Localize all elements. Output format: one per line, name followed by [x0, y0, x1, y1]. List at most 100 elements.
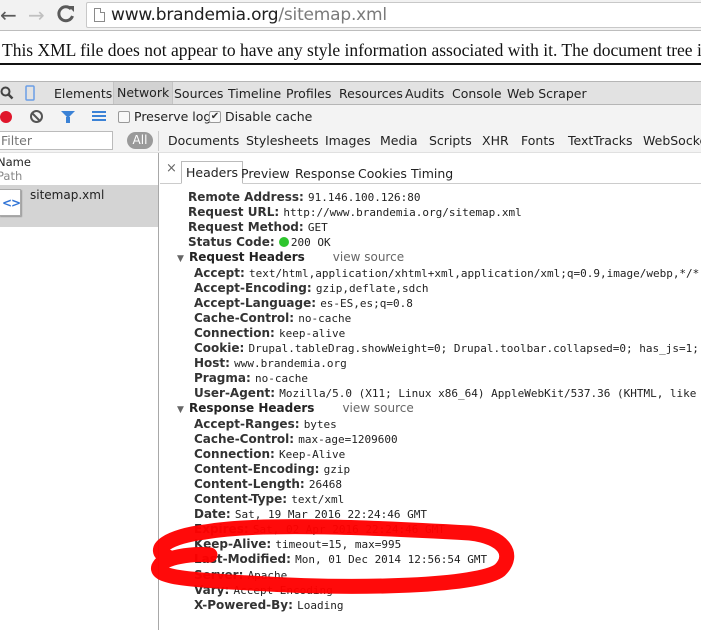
filter-bar: All Documents Stylesheets Images Media S… — [0, 129, 701, 153]
filter-stylesheets[interactable]: Stylesheets — [246, 133, 319, 148]
filter-scripts[interactable]: Scripts — [429, 133, 472, 148]
header-key: Pragma: — [194, 371, 255, 386]
header-value: no-cache — [254, 372, 308, 386]
back-arrow-icon[interactable]: ← — [0, 3, 17, 27]
column-header-name[interactable]: Name — [0, 155, 31, 169]
tab-resources[interactable]: Resources — [339, 86, 403, 101]
search-icon[interactable] — [0, 85, 14, 104]
header-value: gzip,deflate,sdch — [315, 281, 429, 295]
close-icon[interactable]: × — [166, 161, 177, 176]
devtools-panel: Elements Network Sources Timeline Profil… — [0, 81, 701, 630]
header-key: Host: — [194, 356, 235, 371]
page-icon — [94, 8, 105, 22]
header-line: Date: Sat, 19 Mar 2016 22:24:46 GMT — [194, 507, 427, 522]
tab-web-scraper[interactable]: Web Scraper — [507, 86, 587, 101]
header-line: Content-Length: 26468 — [194, 477, 342, 492]
filter-websockets[interactable]: WebSockets — [643, 133, 701, 148]
header-key: Last-Modified: — [194, 552, 296, 567]
preserve-log-checkbox[interactable] — [118, 111, 130, 123]
header-key: X-Powered-By: — [194, 597, 298, 612]
disable-cache-checkbox[interactable]: ✔ — [209, 111, 221, 123]
filter-fonts[interactable]: Fonts — [521, 133, 555, 148]
filter-texttracks[interactable]: TextTracks — [568, 133, 633, 148]
section-header[interactable]: ▼ Request Headers view source — [177, 250, 404, 264]
browser-toolbar: ← → www.brandemia.org/sitemap.xml — [0, 0, 701, 31]
header-value: Accept-Encoding — [233, 583, 333, 597]
address-bar[interactable]: www.brandemia.org/sitemap.xml — [86, 2, 701, 28]
header-line: Server: Apache — [194, 568, 287, 583]
request-row[interactable]: <> sitemap.xml — [0, 185, 158, 227]
filter-input[interactable] — [0, 131, 113, 150]
disclosure-triangle-icon[interactable]: ▼ — [177, 254, 189, 264]
record-icon[interactable] — [0, 111, 12, 123]
header-value: Loading — [297, 598, 344, 612]
list-view-icon[interactable] — [92, 111, 106, 122]
header-key: Request Method: — [188, 220, 308, 235]
tab-profiles[interactable]: Profiles — [286, 86, 331, 101]
forward-arrow-icon[interactable]: → — [28, 3, 45, 27]
header-value: GET — [307, 221, 328, 235]
filter-xhr[interactable]: XHR — [482, 133, 509, 148]
header-value: Sat, 02 Apr 2016 22:24:46 GMT — [252, 523, 445, 537]
header-value: timeout=15, max=995 — [275, 538, 402, 552]
disable-cache-label: Disable cache — [225, 109, 313, 124]
device-mode-icon[interactable] — [25, 85, 35, 104]
header-value: text/xml — [291, 493, 345, 506]
header-value: Sat, 19 Mar 2016 22:24:46 GMT — [234, 508, 427, 522]
header-line: Cache-Control: max-age=1209600 — [194, 432, 398, 447]
filter-all-button[interactable]: All — [127, 132, 153, 149]
tab-network[interactable]: Network — [113, 82, 174, 104]
filter-media[interactable]: Media — [380, 133, 418, 148]
header-value: Mon, 01 Dec 2014 12:56:54 GMT — [295, 553, 488, 567]
header-line: Cookie: Drupal.tableDrag.showWeight=0; D… — [194, 341, 701, 356]
header-line: Vary: Accept-Encoding — [194, 583, 333, 598]
tab-console[interactable]: Console — [452, 86, 502, 101]
header-line: Host: www.brandemia.org — [194, 356, 347, 371]
tab-timeline[interactable]: Timeline — [228, 86, 281, 101]
header-key: Date: — [194, 507, 235, 522]
header-key: Cache-Control: — [194, 431, 299, 446]
header-key: Server: — [194, 567, 248, 582]
header-line: Content-Type: text/xml — [194, 492, 344, 507]
header-key: Request URL: — [188, 205, 284, 220]
tab-headers[interactable]: Headers — [181, 161, 244, 184]
tab-elements[interactable]: Elements — [54, 86, 112, 101]
header-value: Keep-Alive — [279, 447, 346, 461]
tab-sources[interactable]: Sources — [174, 86, 223, 101]
tab-response[interactable]: Response — [295, 166, 355, 181]
header-line: Keep-Alive: timeout=15, max=995 — [194, 537, 401, 552]
header-key: Connection: — [194, 325, 280, 340]
devtools-tabbar: Elements Network Sources Timeline Profil… — [0, 81, 701, 105]
header-value: Drupal.tableDrag.showWeight=0; Drupal.to… — [248, 342, 701, 355]
tab-timing[interactable]: Timing — [411, 166, 453, 181]
detail-tabbar: Headers Preview Response Cookies Timing — [160, 161, 701, 184]
header-key: Content-Encoding: — [194, 461, 324, 476]
header-key: Vary: — [194, 582, 234, 597]
header-line: Accept: text/html,application/xhtml+xml,… — [194, 266, 701, 281]
filter-images[interactable]: Images — [325, 133, 371, 148]
header-value: gzip — [323, 462, 351, 476]
header-value: 200 OK — [290, 236, 331, 250]
header-key: Keep-Alive: — [194, 537, 276, 552]
header-line: Request URL: http://www.brandemia.org/si… — [188, 205, 522, 220]
section-header[interactable]: ▼ Response Headers view source — [177, 401, 414, 415]
tab-audits[interactable]: Audits — [405, 86, 444, 101]
tab-preview[interactable]: Preview — [241, 166, 290, 181]
divider — [158, 131, 159, 151]
header-line: Expires: Sat, 02 Apr 2016 22:24:46 GMT — [194, 522, 445, 537]
reload-icon[interactable] — [56, 3, 76, 30]
xml-style-notice: This XML file does not appear to have an… — [2, 40, 701, 60]
view-source-link[interactable]: view source — [333, 250, 404, 264]
filter-icon[interactable] — [61, 111, 75, 123]
header-line: Last-Modified: Mon, 01 Dec 2014 12:56:54… — [194, 552, 487, 567]
tab-cookies[interactable]: Cookies — [358, 166, 407, 181]
filter-documents[interactable]: Documents — [168, 133, 239, 148]
header-line: Pragma: no-cache — [194, 371, 308, 386]
clear-icon[interactable] — [30, 110, 43, 123]
header-line: X-Powered-By: Loading — [194, 598, 343, 613]
header-key: Content-Type: — [194, 492, 292, 506]
view-source-link[interactable]: view source — [342, 401, 413, 415]
header-key: Content-Length: — [194, 476, 309, 491]
disclosure-triangle-icon[interactable]: ▼ — [177, 405, 189, 415]
header-key: Accept: — [194, 265, 249, 280]
